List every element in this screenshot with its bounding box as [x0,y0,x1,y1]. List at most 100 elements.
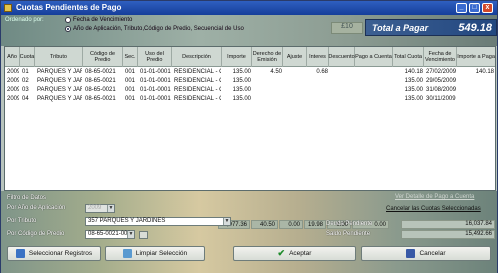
col-importe[interactable]: Importe [222,47,252,67]
table-row[interactable]: 200904 PARQUES Y JAR08-65-0021 001 01-01-00… [5,95,495,104]
seleccionar-label: Seleccionar Registros [28,250,93,257]
table-cell: 135.00 [232,69,251,75]
table-row[interactable]: 200902 PARQUES Y JAR08-65-0021 001 01-01-00… [5,77,495,86]
table-cell: 135.00 [404,78,423,84]
deuda-label: Deuda Pendiente [326,221,373,227]
seleccionar-registros-button[interactable]: Seleccionar Registros [7,246,101,261]
filter-anio-label: Por Año de Aplicación [7,205,66,211]
app-icon [4,4,12,12]
col-total-cuota[interactable]: Total Cuota [393,47,424,67]
col-derecho-emision[interactable]: Derecho de Emisión [252,47,283,67]
col-pago-cuenta[interactable]: Pago a Cuenta [355,47,393,67]
table-cell [459,77,494,86]
table-cell: 08-65-0021 [85,78,116,84]
total-ajuste: 0.00 [279,220,303,229]
table-cell: 02 [22,78,29,84]
maximize-button[interactable]: □ [469,3,480,13]
limpiar-seleccion-button[interactable]: Limpiar Selección [105,246,205,261]
aceptar-label: Aceptar [289,250,312,257]
tributo-select-value: 357 PARQUES Y JARDINES [88,218,166,224]
table-cell: 01-01-0001 [140,96,171,102]
table-cell: 001 [125,78,136,84]
col-uso-predio[interactable]: Uso del Predio [138,47,172,67]
table-cell: 140.18 [475,69,494,75]
table-cell: PARQUES Y JAR [37,78,82,84]
chevron-down-icon[interactable]: ▼ [223,218,230,225]
table-cell: 31/08/2009 [426,87,456,93]
tributo-select[interactable]: 357 PARQUES Y JARDINES ▼ [85,217,231,226]
magnifier-icon [15,249,25,258]
col-ajuste[interactable]: Ajuste [283,47,307,67]
table-cell [309,95,328,104]
cancelar-label: Cancelar [419,250,446,257]
cancelar-cuotas-link[interactable]: Cancelar las Cuotas Seleccionadas [386,206,481,212]
table-row[interactable]: 200903 PARQUES Y JAR08-65-0021 001 01-01-00… [5,86,495,95]
limpiar-label: Limpiar Selección [135,250,188,257]
filter-tributo-label: Por Tributo [7,218,37,224]
window: Cuotas Pendientes de Pago _ □ x Ordenado… [0,0,498,273]
table-cell: 03 [22,87,29,93]
anio-select[interactable]: 2009 ▼ [85,204,115,213]
col-tributo[interactable]: Tributo [35,47,83,67]
table-cell: 2009 [7,87,19,93]
aceptar-button[interactable]: ✔ Aceptar [233,246,356,261]
table-cell [331,95,354,104]
table-cell: 04 [22,96,29,102]
radio-icon[interactable] [65,17,71,23]
grid-header: Año Cuota Tributo Código de Predio Sec. … [5,47,495,67]
table-cell: 140.18 [404,69,423,75]
table-cell: 2009 [7,69,19,75]
table-cell [357,68,392,77]
table-cell: RESIDENCIAL - C [174,96,221,102]
table-cell: 4.50 [270,69,282,75]
total-interes: 19.98 [304,220,326,229]
table-cell [254,95,282,104]
header-panel: Ordenado por: Fecha de Vencimiento Año d… [1,15,497,46]
title-bar: Cuotas Pendientes de Pago _ □ x [1,1,497,15]
chevron-down-icon[interactable]: ▼ [127,231,134,238]
search-predio-icon[interactable] [139,231,148,239]
window-title: Cuotas Pendientes de Pago [16,3,122,12]
exit-door-icon [406,249,416,258]
close-button[interactable]: x [482,3,493,13]
table-cell [357,77,392,86]
table-cell: PARQUES Y JAR [37,69,82,75]
cancelar-button[interactable]: Cancelar [361,246,491,261]
col-codigo-predio[interactable]: Código de Predio [83,47,123,67]
table-cell [309,86,328,95]
table-cell: 27/02/2009 [426,69,456,75]
banknote-image: £10 [331,22,363,34]
col-fecha-vencimiento[interactable]: Fecha de Vencimiento [424,47,457,67]
col-cuota[interactable]: Cuota [20,47,35,67]
table-cell [254,77,282,86]
saldo-label: Saldo Pendiente [326,231,371,237]
table-cell: 2009 [7,78,19,84]
table-row[interactable]: 200901 PARQUES Y JAR08-65-0021 001 01-01-00… [5,68,495,77]
predio-select[interactable]: 08-65-0021-001 ▼ [85,230,135,239]
minimize-button[interactable]: _ [456,3,467,13]
chevron-down-icon[interactable]: ▼ [107,205,114,212]
radio-fecha-vencimiento[interactable]: Fecha de Vencimiento [65,17,132,23]
col-interes[interactable]: Interes [307,47,329,67]
filter-predio-label: Por Código de Predio [7,231,65,237]
table-cell [459,95,494,104]
table-cell: 01-01-0001 [140,87,171,93]
table-cell [285,95,306,104]
radio-selected-icon[interactable] [65,26,71,32]
total-value: 549.18 [458,22,492,34]
col-descripcion[interactable]: Descripción [172,47,222,67]
col-descuento[interactable]: Descuento [328,47,355,67]
table-cell: 135.00 [232,78,251,84]
ver-detalle-link[interactable]: Ver Detalle de Pago a Cuenta [395,194,474,200]
table-cell: 2009 [7,96,19,102]
col-sec[interactable]: Sec. [123,47,138,67]
table-cell: 001 [125,87,136,93]
installments-grid[interactable]: Año Cuota Tributo Código de Predio Sec. … [4,46,496,191]
table-cell: 001 [125,96,136,102]
col-importe-pagar[interactable]: Importe a Pagar [457,47,495,67]
table-cell: RESIDENCIAL - C [174,87,221,93]
table-cell: 01-01-0001 [140,78,171,84]
anio-select-value: 2009 [88,205,102,211]
col-anio[interactable]: Año [5,47,20,67]
radio-anio-aplicacion[interactable]: Año de Aplicación, Tributo,Código de Pre… [65,26,244,32]
